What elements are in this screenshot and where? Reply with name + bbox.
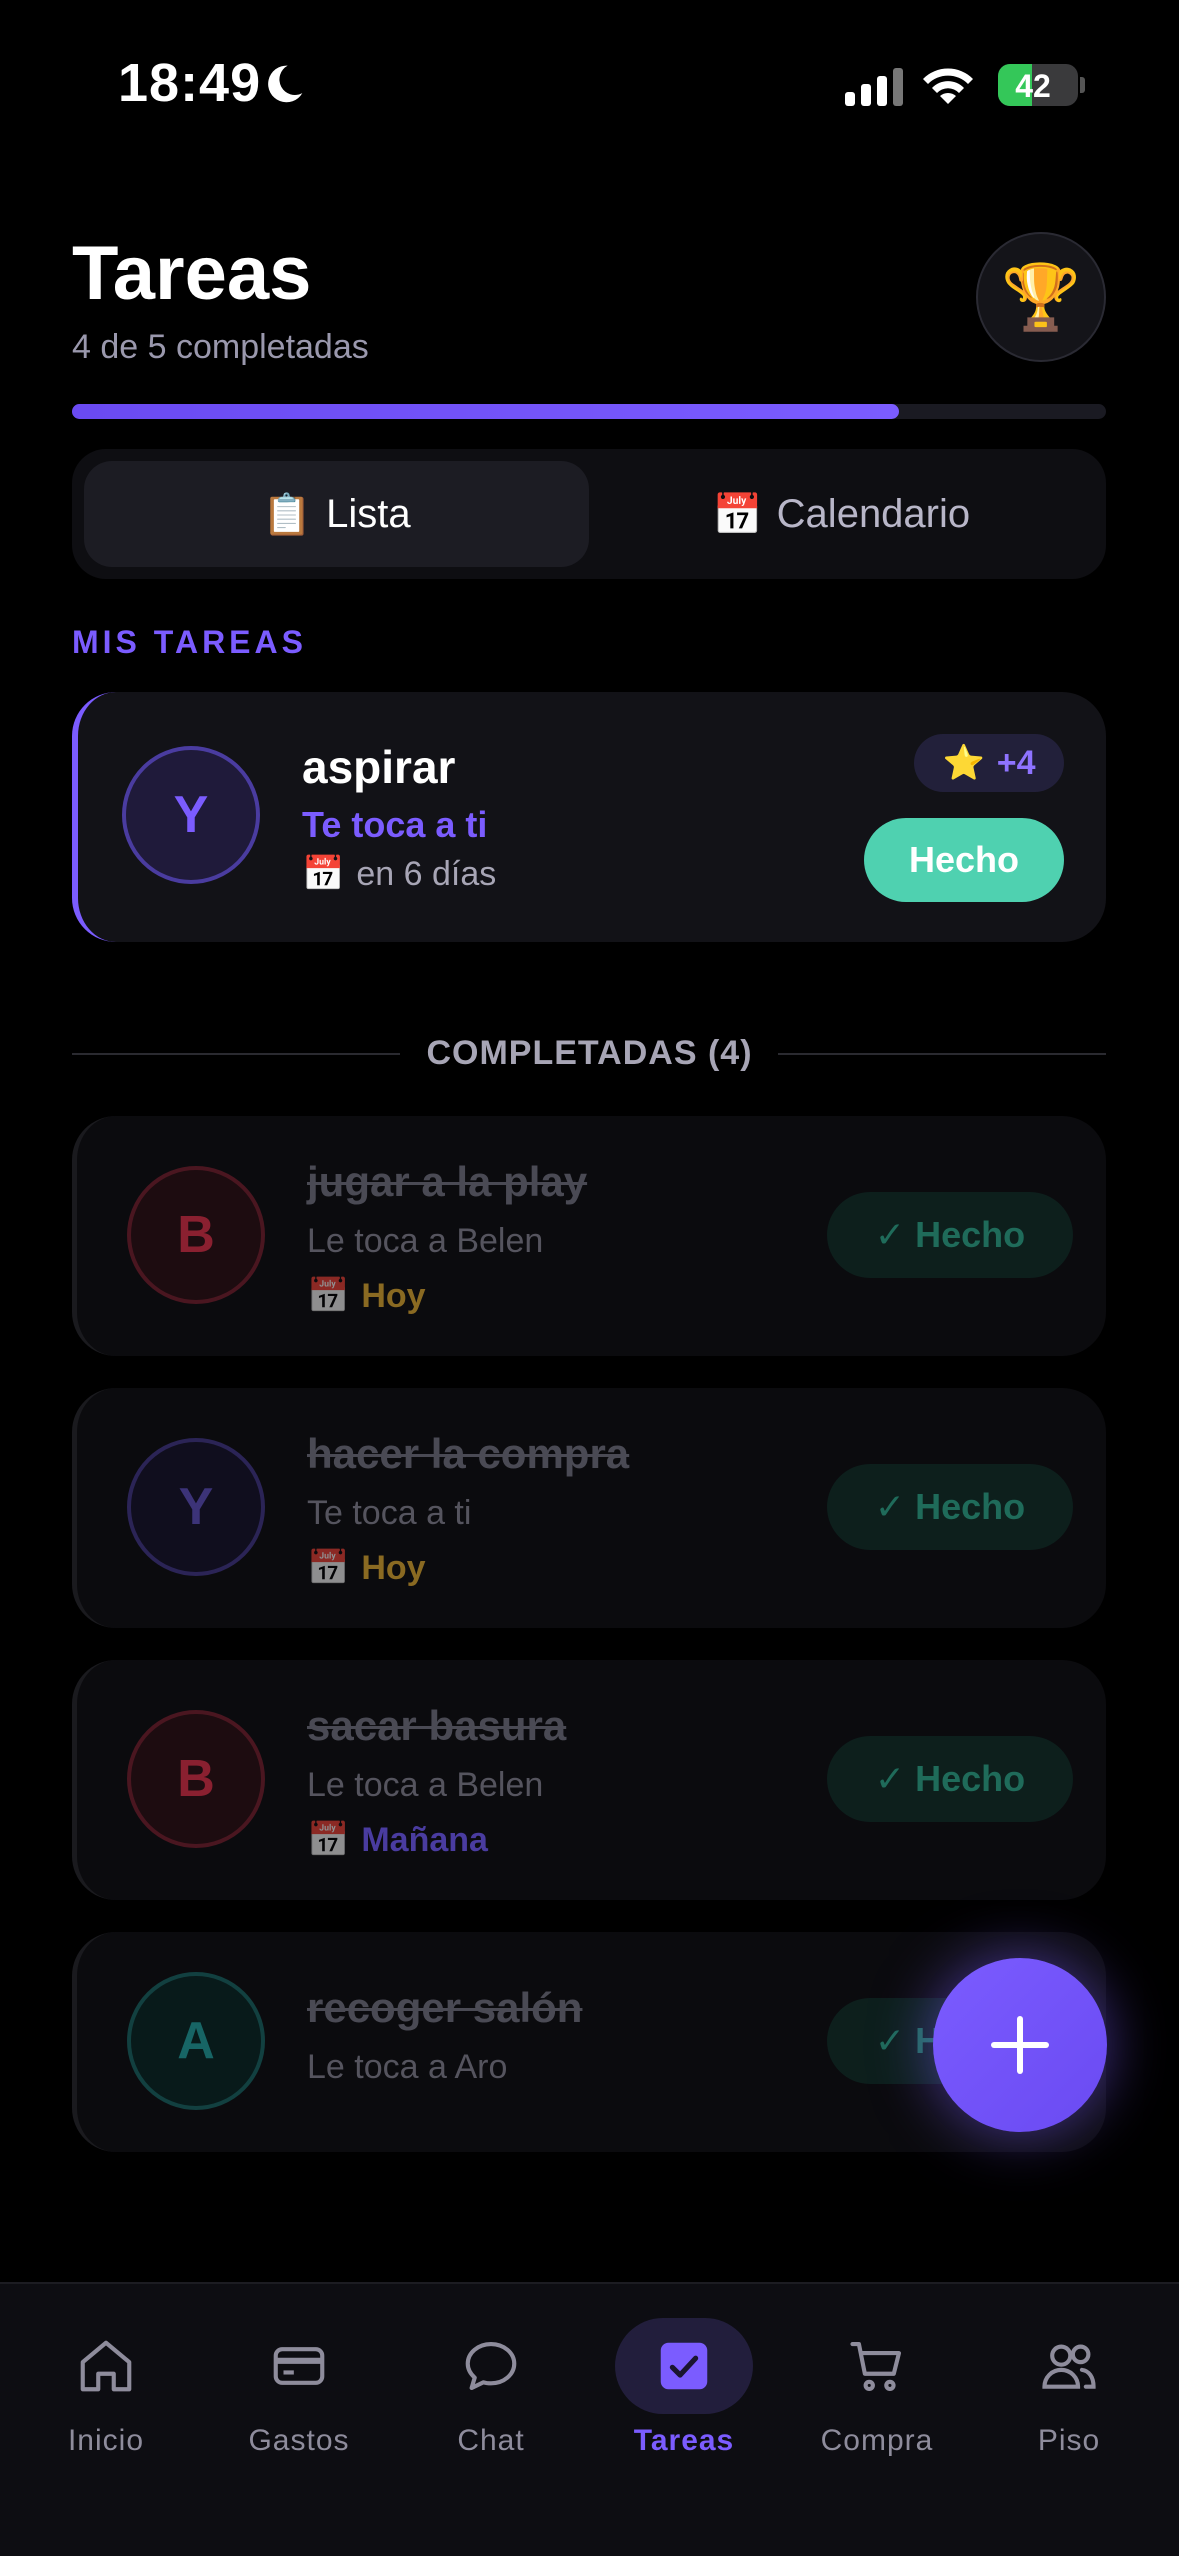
calendar-icon: 📅 bbox=[307, 1549, 350, 1587]
progress-bar bbox=[72, 404, 1106, 419]
tab-tareas[interactable]: Tareas bbox=[589, 2284, 779, 2484]
wifi-icon bbox=[923, 68, 973, 104]
task-turn: Te toca a ti bbox=[307, 1494, 472, 1532]
check-square-icon bbox=[660, 2342, 708, 2390]
done-status-button[interactable]: ✓ Hecho bbox=[827, 1736, 1073, 1822]
task-turn: Le toca a Belen bbox=[307, 1222, 544, 1260]
done-status-button[interactable]: ✓ Hecho bbox=[827, 1464, 1073, 1550]
trophy-icon: 🏆 bbox=[1001, 260, 1081, 333]
page-title: Tareas bbox=[72, 231, 312, 316]
points-badge: ⭐ +4 bbox=[914, 734, 1064, 792]
avatar: A bbox=[127, 1972, 265, 2110]
points-value: +4 bbox=[996, 743, 1036, 782]
completed-task-card[interactable]: B sacar basura Le toca a Belen 📅 Mañana … bbox=[72, 1660, 1106, 1900]
plus-icon bbox=[991, 2016, 1049, 2074]
task-title: aspirar bbox=[302, 741, 456, 793]
tab-label: Tareas bbox=[633, 2424, 735, 2457]
completion-subtitle: 4 de 5 completadas bbox=[72, 328, 369, 366]
task-due-date-text: Mañana bbox=[361, 1820, 488, 1859]
tab-label: Piso bbox=[1037, 2424, 1101, 2457]
task-title: jugar a la play bbox=[307, 1158, 588, 1205]
status-bar: 18:49 42 bbox=[0, 0, 1179, 170]
task-due-date: 📅 Hoy bbox=[307, 1548, 426, 1588]
task-due-date-text: Hoy bbox=[361, 1276, 426, 1315]
tab-calendar[interactable]: 📅 Calendario bbox=[589, 461, 1094, 567]
tab-label: Chat bbox=[457, 2424, 525, 2457]
chat-icon bbox=[465, 2341, 517, 2391]
task-due-date-text: Hoy bbox=[361, 1548, 426, 1587]
trophy-button[interactable]: 🏆 bbox=[976, 232, 1106, 362]
moon-icon bbox=[268, 65, 303, 103]
people-icon bbox=[1042, 2344, 1096, 2389]
add-task-button[interactable] bbox=[933, 1958, 1107, 2132]
tab-label: Compra bbox=[820, 2424, 934, 2457]
completed-task-card[interactable]: Y hacer la compra Te toca a ti 📅 Hoy ✓ H… bbox=[72, 1388, 1106, 1628]
cellular-signal-icon bbox=[845, 68, 903, 106]
done-status-button[interactable]: ✓ Hecho bbox=[827, 1192, 1073, 1278]
progress-fill bbox=[72, 404, 900, 419]
task-due-date: 📅 en 6 días bbox=[302, 854, 496, 894]
battery-level: 42 bbox=[1015, 68, 1051, 104]
tab-compra[interactable]: Compra bbox=[782, 2284, 972, 2484]
status-time: 18:49 bbox=[118, 53, 262, 113]
calendar-icon: 📅 bbox=[302, 855, 345, 893]
calendar-icon: 📅 bbox=[712, 492, 763, 537]
tab-label: Gastos bbox=[248, 2424, 350, 2457]
completed-task-card[interactable]: B jugar a la play Le toca a Belen 📅 Hoy … bbox=[72, 1116, 1106, 1356]
completed-section-label: COMPLETADAS (4) bbox=[426, 1034, 753, 1072]
clipboard-icon: 📋 bbox=[262, 492, 313, 537]
mark-done-button[interactable]: Hecho bbox=[864, 818, 1064, 902]
tab-gastos[interactable]: Gastos bbox=[204, 2284, 394, 2484]
task-turn: Le toca a Belen bbox=[307, 1766, 544, 1804]
home-icon bbox=[80, 2340, 132, 2392]
task-due-date-text: en 6 días bbox=[356, 854, 497, 893]
avatar: Y bbox=[122, 746, 260, 884]
card-icon bbox=[273, 2347, 325, 2385]
task-title: hacer la compra bbox=[307, 1430, 630, 1477]
tab-chat[interactable]: Chat bbox=[396, 2284, 586, 2484]
avatar: B bbox=[127, 1166, 265, 1304]
calendar-icon: 📅 bbox=[307, 1277, 350, 1315]
task-turn: Te toca a ti bbox=[302, 804, 488, 845]
battery-icon: 42 bbox=[998, 64, 1078, 106]
tab-calendar-label: Calendario bbox=[776, 491, 971, 536]
avatar: Y bbox=[127, 1438, 265, 1576]
bottom-tab-bar: Inicio Gastos Chat Tareas Compra Piso bbox=[0, 2282, 1179, 2556]
task-due-date: 📅 Mañana bbox=[307, 1820, 488, 1860]
tab-label: Inicio bbox=[67, 2424, 145, 2457]
task-title: recoger salón bbox=[307, 1984, 583, 2031]
cart-icon bbox=[850, 2341, 902, 2392]
task-turn: Le toca a Aro bbox=[307, 2048, 508, 2086]
task-card[interactable]: Y aspirar Te toca a ti 📅 en 6 días bbox=[72, 692, 1106, 942]
task-title: sacar basura bbox=[307, 1702, 567, 1749]
tab-piso[interactable]: Piso bbox=[974, 2284, 1164, 2484]
avatar: B bbox=[127, 1710, 265, 1848]
tab-list-label: Lista bbox=[326, 491, 411, 536]
tab-inicio[interactable]: Inicio bbox=[11, 2284, 201, 2484]
tab-list[interactable]: 📋 Lista bbox=[84, 461, 589, 567]
section-label-my-tasks: MIS TAREAS bbox=[72, 624, 307, 660]
calendar-icon: 📅 bbox=[307, 1821, 350, 1859]
view-toggle: 📋 Lista 📅 Calendario bbox=[72, 449, 1106, 579]
star-icon: ⭐ bbox=[942, 744, 985, 782]
task-due-date: 📅 Hoy bbox=[307, 1276, 426, 1316]
